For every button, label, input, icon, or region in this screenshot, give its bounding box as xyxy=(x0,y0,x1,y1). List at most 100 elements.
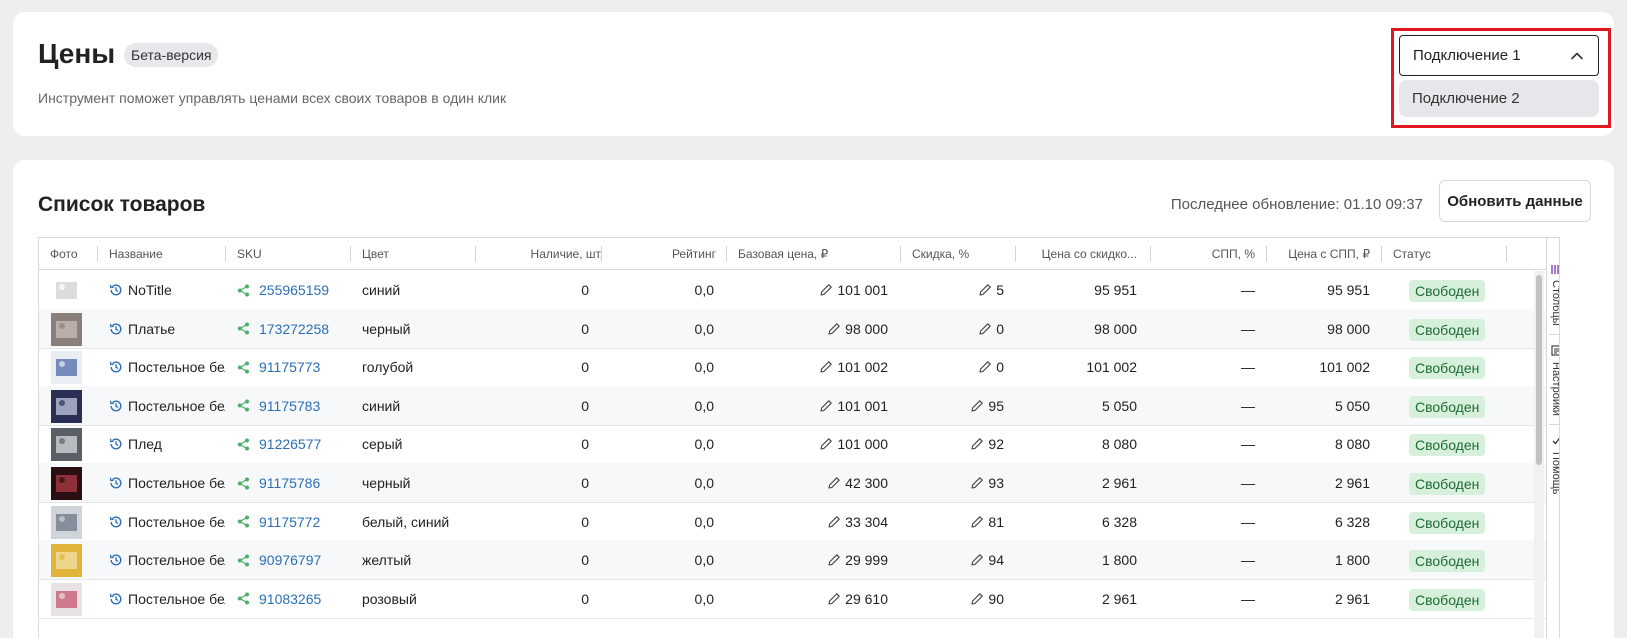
product-name-cell[interactable]: Постельное бел xyxy=(109,386,225,426)
sku-cell[interactable]: 255965159 xyxy=(237,270,347,310)
column-header-discount[interactable]: Скидка, % xyxy=(912,238,1012,270)
sku-link[interactable]: 91175773 xyxy=(259,347,320,387)
column-header-rating[interactable]: Рейтинг xyxy=(613,238,716,270)
product-name-cell[interactable]: Постельное бел xyxy=(109,502,225,542)
pencil-icon[interactable] xyxy=(819,283,833,297)
side-tab-help[interactable]: Помощь xyxy=(1547,432,1559,502)
share-icon[interactable] xyxy=(237,322,250,335)
table-row[interactable]: Плед 91226577 серый 0 0,0 101 000 92 8 0… xyxy=(39,424,1559,465)
history-icon[interactable] xyxy=(109,399,123,413)
base-price-cell[interactable]: 98 000 xyxy=(738,309,888,349)
pencil-icon[interactable] xyxy=(970,553,984,567)
side-tab-columns[interactable]: Столбцы xyxy=(1547,260,1559,330)
sku-cell[interactable]: 91175772 xyxy=(237,502,347,542)
sku-link[interactable]: 91175786 xyxy=(259,463,320,503)
sku-link[interactable]: 173272258 xyxy=(259,309,329,349)
product-name-cell[interactable]: Постельное бел xyxy=(109,579,225,619)
pencil-icon[interactable] xyxy=(819,437,833,451)
sku-cell[interactable]: 91083265 xyxy=(237,579,347,619)
discount-cell[interactable]: 94 xyxy=(912,540,1004,580)
base-price-cell[interactable]: 33 304 xyxy=(738,502,888,542)
table-row[interactable]: Постельное бел 91083265 розовый 0 0,0 29… xyxy=(39,579,1559,619)
pencil-icon[interactable] xyxy=(970,476,984,490)
pencil-icon[interactable] xyxy=(978,322,992,336)
product-photo[interactable] xyxy=(51,274,82,307)
base-price-cell[interactable]: 101 001 xyxy=(738,270,888,310)
pencil-icon[interactable] xyxy=(970,437,984,451)
pencil-icon[interactable] xyxy=(827,322,841,336)
sku-link[interactable]: 91083265 xyxy=(259,579,321,619)
history-icon[interactable] xyxy=(109,515,123,529)
product-name-cell[interactable]: NoTitle xyxy=(109,270,225,310)
discount-cell[interactable]: 81 xyxy=(912,502,1004,542)
product-photo[interactable] xyxy=(51,582,82,616)
discount-cell[interactable]: 0 xyxy=(912,309,1004,349)
table-row[interactable]: NoTitle 255965159 синий 0 0,0 101 001 5 … xyxy=(39,270,1559,310)
product-photo[interactable] xyxy=(51,467,82,500)
column-header-spp-price[interactable]: Цена с СПП, ₽ xyxy=(1278,238,1370,270)
product-name-cell[interactable]: Постельное бел xyxy=(109,463,225,503)
product-photo[interactable] xyxy=(51,312,82,346)
column-header-discount-price[interactable]: Цена со скидко... xyxy=(1027,238,1137,270)
pencil-icon[interactable] xyxy=(819,399,833,413)
sku-link[interactable]: 91175783 xyxy=(259,386,320,426)
pencil-icon[interactable] xyxy=(827,592,841,606)
sku-cell[interactable]: 91175783 xyxy=(237,386,347,426)
table-scrollbar-thumb[interactable] xyxy=(1536,275,1542,465)
share-icon[interactable] xyxy=(237,284,250,297)
discount-cell[interactable]: 93 xyxy=(912,463,1004,503)
base-price-cell[interactable]: 29 999 xyxy=(738,540,888,580)
product-name-cell[interactable]: Плед xyxy=(109,424,225,464)
share-icon[interactable] xyxy=(237,361,250,374)
discount-cell[interactable]: 95 xyxy=(912,386,1004,426)
base-price-cell[interactable]: 29 610 xyxy=(738,579,888,619)
column-header-color[interactable]: Цвет xyxy=(362,238,472,270)
pencil-icon[interactable] xyxy=(827,515,841,529)
history-icon[interactable] xyxy=(109,283,123,297)
column-header-status[interactable]: Статус xyxy=(1393,238,1493,270)
share-icon[interactable] xyxy=(237,477,250,490)
pencil-icon[interactable] xyxy=(819,360,833,374)
table-row[interactable]: Постельное бел 90976797 желтый 0 0,0 29 … xyxy=(39,540,1559,581)
product-photo[interactable] xyxy=(51,389,82,423)
connection-option[interactable]: Подключение 2 xyxy=(1399,80,1599,117)
refresh-data-button[interactable]: Обновить данные xyxy=(1439,180,1591,222)
product-photo[interactable] xyxy=(51,351,82,385)
sku-cell[interactable]: 173272258 xyxy=(237,309,347,349)
table-row[interactable]: Постельное бел 91175773 голубой 0 0,0 10… xyxy=(39,347,1559,388)
history-icon[interactable] xyxy=(109,360,123,374)
product-photo[interactable] xyxy=(51,505,82,539)
sku-link[interactable]: 90976797 xyxy=(259,540,321,580)
sku-cell[interactable]: 91226577 xyxy=(237,424,347,464)
pencil-icon[interactable] xyxy=(978,360,992,374)
history-icon[interactable] xyxy=(109,553,123,567)
sku-link[interactable]: 91175772 xyxy=(259,502,320,542)
column-header-stock[interactable]: Наличие, шт. xyxy=(487,238,603,270)
share-icon[interactable] xyxy=(237,554,250,567)
discount-cell[interactable]: 5 xyxy=(912,270,1004,310)
discount-cell[interactable]: 0 xyxy=(912,347,1004,387)
product-photo[interactable] xyxy=(51,544,82,578)
history-icon[interactable] xyxy=(109,592,123,606)
pencil-icon[interactable] xyxy=(827,553,841,567)
sku-cell[interactable]: 90976797 xyxy=(237,540,347,580)
discount-cell[interactable]: 90 xyxy=(912,579,1004,619)
table-row[interactable]: Постельное бел 91175786 черный 0 0,0 42 … xyxy=(39,463,1559,503)
pencil-icon[interactable] xyxy=(970,515,984,529)
product-name-cell[interactable]: Постельное бел xyxy=(109,540,225,580)
history-icon[interactable] xyxy=(109,437,123,451)
history-icon[interactable] xyxy=(109,322,123,336)
sku-link[interactable]: 255965159 xyxy=(259,270,329,310)
side-tab-settings[interactable]: Настройки xyxy=(1547,342,1559,422)
pencil-icon[interactable] xyxy=(970,399,984,413)
column-header-photo[interactable]: Фото xyxy=(50,238,100,270)
share-icon[interactable] xyxy=(237,592,250,605)
column-header-base-price[interactable]: Базовая цена, ₽ xyxy=(738,238,898,270)
base-price-cell[interactable]: 101 002 xyxy=(738,347,888,387)
pencil-icon[interactable] xyxy=(827,476,841,490)
table-row[interactable]: Постельное бел 91175783 синий 0 0,0 101 … xyxy=(39,385,1559,426)
sku-cell[interactable]: 91175773 xyxy=(237,347,347,387)
table-row[interactable]: Платье 173272258 черный 0 0,0 98 000 0 9… xyxy=(39,308,1559,349)
base-price-cell[interactable]: 101 001 xyxy=(738,386,888,426)
column-header-sku[interactable]: SKU xyxy=(237,238,347,270)
